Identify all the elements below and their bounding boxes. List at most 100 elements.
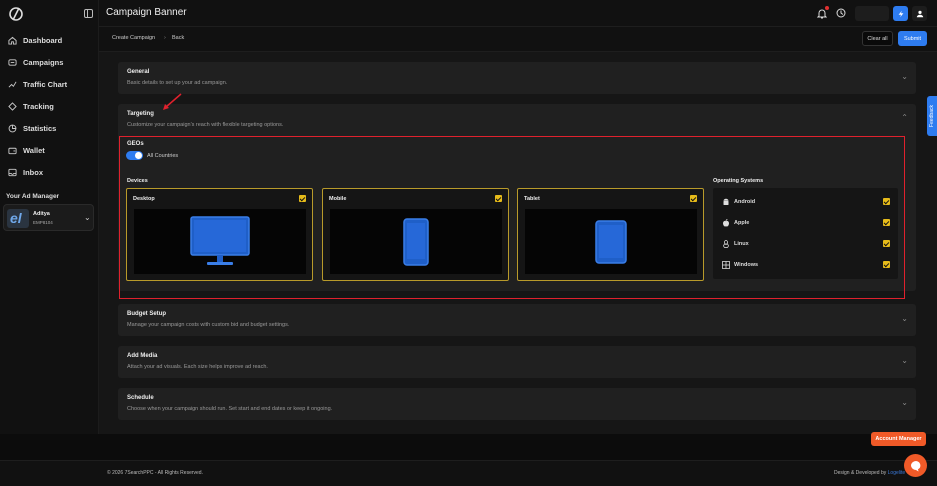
sidebar-item-label: Statistics — [23, 123, 57, 133]
tracking-icon — [8, 101, 17, 111]
sidebar-item-inbox[interactable]: Inbox — [8, 165, 43, 179]
bolt-icon — [898, 10, 903, 17]
manager-name: Aditya — [33, 211, 50, 217]
device-name: Desktop — [133, 196, 155, 202]
os-list: Android Apple Linux Windows — [713, 188, 898, 279]
tablet-checkbox[interactable] — [690, 195, 697, 202]
megaphone-icon — [8, 58, 17, 66]
devices-label: Devices — [127, 178, 148, 184]
os-row-linux[interactable]: Linux — [713, 238, 898, 252]
chevron-down-icon[interactable]: ⌄ — [84, 213, 91, 222]
sidebar-toggle-icon[interactable] — [84, 9, 93, 18]
os-row-windows[interactable]: Windows — [713, 259, 898, 273]
avatar: el — [7, 209, 29, 228]
breadcrumb-create-campaign[interactable]: Create Campaign — [112, 35, 155, 41]
balance-pill[interactable] — [855, 6, 889, 21]
manager-id: EMP8104 — [33, 220, 53, 225]
breadcrumb-back[interactable]: Back — [172, 35, 184, 41]
phone-icon — [403, 217, 429, 266]
section-title: Targeting — [127, 111, 154, 117]
os-row-android[interactable]: Android — [713, 196, 898, 210]
mobile-image — [330, 209, 502, 274]
section-schedule[interactable]: Schedule Choose when your campaign shoul… — [118, 388, 916, 420]
sidebar-item-campaigns[interactable]: Campaigns — [8, 55, 63, 69]
os-name: Windows — [734, 262, 759, 268]
sidebar-item-statistics[interactable]: Statistics — [8, 121, 56, 135]
os-name: Linux — [734, 241, 749, 247]
sidebar-item-wallet[interactable]: Wallet — [8, 143, 45, 157]
device-card-desktop[interactable]: Desktop — [126, 188, 313, 281]
user-menu-button[interactable] — [912, 6, 927, 21]
android-checkbox[interactable] — [883, 198, 890, 205]
page-title: Campaign Banner — [106, 7, 187, 18]
account-manager-badge[interactable]: Account Manager — [871, 432, 926, 446]
chart-icon — [8, 81, 17, 88]
monitor-icon — [190, 215, 250, 265]
section-desc: Basic details to set up your ad campaign… — [127, 80, 228, 86]
device-card-tablet[interactable]: Tablet — [517, 188, 704, 281]
sidebar-item-dashboard[interactable]: Dashboard — [8, 33, 62, 47]
all-countries-toggle[interactable] — [126, 151, 143, 160]
device-card-mobile[interactable]: Mobile — [322, 188, 509, 281]
apple-checkbox[interactable] — [883, 219, 890, 226]
red-arrow-annotation — [163, 93, 182, 110]
feedback-tab[interactable]: Feedback — [927, 96, 937, 136]
device-name: Mobile — [329, 196, 347, 202]
apple-icon — [723, 219, 729, 227]
os-label: Operating Systems — [713, 178, 764, 184]
windows-checkbox[interactable] — [883, 261, 890, 268]
chevron-down-icon[interactable]: ⌄ — [901, 314, 908, 323]
section-general[interactable]: General Basic details to set up your ad … — [118, 62, 916, 94]
inbox-icon — [8, 168, 17, 176]
section-desc: Customize your campaign's reach with fle… — [127, 122, 284, 128]
submit-button[interactable]: Submit — [898, 31, 927, 46]
clear-all-button[interactable]: Clear all — [862, 31, 893, 46]
tablet-icon — [595, 219, 627, 264]
chat-icon — [910, 460, 920, 471]
all-countries-label: All Countries — [147, 153, 179, 159]
breadcrumb-separator: › — [164, 35, 166, 41]
sidebar-item-traffic-chart[interactable]: Traffic Chart — [8, 77, 67, 91]
feedback-label: Feedback — [929, 105, 935, 127]
apps-icon[interactable] — [836, 8, 846, 18]
app-root: Dashboard Campaigns Traffic Chart Tracki… — [0, 0, 937, 486]
chevron-up-icon[interactable]: ⌃ — [901, 113, 908, 122]
sidebar-item-label: Dashboard — [23, 35, 63, 45]
section-budget-setup[interactable]: Budget Setup Manage your campaign costs … — [118, 304, 916, 336]
os-name: Android — [734, 199, 756, 205]
mobile-checkbox[interactable] — [495, 195, 502, 202]
os-name: Apple — [734, 220, 750, 226]
section-desc: Manage your campaign costs with custom b… — [127, 322, 290, 328]
user-icon — [916, 10, 923, 17]
copyright-suffix: - All Rights Reserved. — [153, 470, 203, 476]
desktop-checkbox[interactable] — [299, 195, 306, 202]
section-title: Budget Setup — [127, 311, 166, 317]
sidebar-item-tracking[interactable]: Tracking — [8, 99, 54, 113]
sidebar-item-label: Inbox — [23, 167, 43, 177]
ad-manager-title: Your Ad Manager — [6, 193, 60, 200]
sidebar-item-label: Campaigns — [23, 57, 64, 67]
android-icon — [723, 198, 729, 205]
copyright-prefix: © 2026 7SearchPPC — [107, 470, 154, 476]
os-row-apple[interactable]: Apple — [713, 217, 898, 231]
sidebar-item-label: Traffic Chart — [23, 79, 68, 89]
tablet-image — [525, 209, 697, 274]
top-bar — [99, 0, 937, 27]
device-name: Tablet — [524, 196, 540, 202]
sub-header — [99, 27, 937, 52]
sidebar-item-label: Wallet — [23, 145, 45, 155]
credit: Design & Developed by Logelite — [834, 470, 905, 476]
chevron-down-icon[interactable]: ⌄ — [901, 398, 908, 407]
credit-text: Design & Developed by — [834, 470, 888, 476]
geos-label: GEOs — [127, 141, 144, 147]
sidebar: Dashboard Campaigns Traffic Chart Tracki… — [0, 0, 99, 434]
linux-checkbox[interactable] — [883, 240, 890, 247]
quick-action-button[interactable] — [893, 6, 908, 21]
chevron-down-icon[interactable]: ⌄ — [901, 356, 908, 365]
credit-link[interactable]: Logelite — [888, 470, 906, 476]
ad-manager-card[interactable]: el Aditya EMP8104 ⌄ — [3, 204, 94, 231]
section-add-media[interactable]: Add Media Attach your ad visuals. Each s… — [118, 346, 916, 378]
chevron-down-icon[interactable]: ⌄ — [901, 72, 908, 81]
chat-button[interactable] — [904, 454, 927, 477]
logo-icon[interactable] — [8, 6, 24, 22]
